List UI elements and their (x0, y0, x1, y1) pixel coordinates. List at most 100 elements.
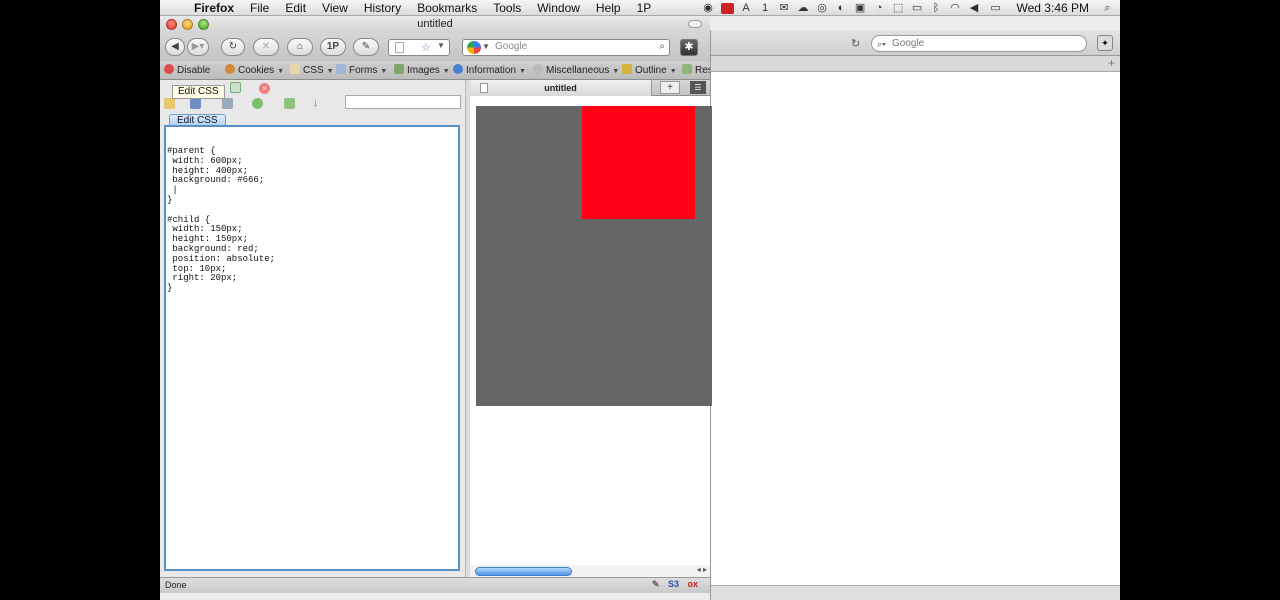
print-icon[interactable] (222, 98, 233, 109)
menu-tools[interactable]: Tools (485, 0, 529, 16)
background-toolbar: ↻ ⌕▾ Google ✦ (711, 30, 1120, 56)
s3-icon[interactable]: S3 (668, 579, 679, 589)
child-div (582, 106, 695, 219)
grid-view-icon[interactable] (230, 82, 241, 93)
horizontal-scrollbar[interactable]: ◂ ▸ (470, 565, 710, 577)
onepassword-button[interactable]: 1P (320, 38, 346, 56)
status-text: Done (165, 580, 187, 590)
reload-button[interactable]: ↻ (221, 38, 245, 56)
menu-window[interactable]: Window (529, 0, 588, 16)
ox-icon[interactable]: ox (687, 579, 698, 589)
new-tab-button[interactable]: + (660, 81, 680, 94)
chevron-down-icon: ▼ (612, 68, 620, 75)
skype-icon[interactable]: ☁ (797, 2, 810, 14)
volume-icon[interactable]: ◀ (968, 2, 981, 14)
gear-icon[interactable]: ✱ (680, 39, 698, 56)
display-icon[interactable]: ▭ (911, 2, 924, 14)
devbar-resize[interactable]: Res (682, 64, 710, 78)
status-icons: ✎ S3 ox (646, 579, 698, 590)
chevron-down-icon: ▼ (669, 68, 677, 75)
tab-list-icon[interactable]: ☰ (690, 81, 706, 94)
menu-edit[interactable]: Edit (277, 0, 314, 16)
menu-app-name[interactable]: Firefox (186, 0, 242, 16)
window-title-bar[interactable]: untitled (160, 16, 710, 33)
reload-icon[interactable]: ↻ (851, 37, 860, 50)
menu-1password[interactable]: 1P (629, 0, 660, 16)
tab-title: untitled (544, 83, 577, 93)
scroll-arrows-icon[interactable]: ◂ ▸ (697, 565, 707, 574)
red-app-icon[interactable] (720, 2, 734, 14)
chevron-down-icon: ▼ (519, 68, 526, 75)
outline-icon (622, 64, 632, 74)
forward-button[interactable]: ▶▾ (187, 38, 209, 56)
new-tab-icon[interactable]: + (1108, 56, 1115, 70)
menu-bar: Firefox File Edit View History Bookmarks… (160, 0, 1120, 16)
adobe-icon[interactable]: A (740, 2, 753, 14)
bookmark-star-icon[interactable]: ☆ (421, 41, 431, 54)
background-tab-bar: + (711, 56, 1120, 72)
time-machine-icon[interactable]: ◔ (873, 2, 886, 14)
close-icon[interactable]: × (259, 83, 270, 94)
page-viewport[interactable] (470, 102, 712, 572)
page-icon (395, 42, 404, 53)
url-bar[interactable]: ☆ ▼ (388, 39, 450, 56)
home-button[interactable]: ⌂ (287, 38, 313, 56)
wifi-icon[interactable]: ◠ (949, 2, 962, 14)
scrollbar-thumb[interactable] (475, 567, 572, 576)
search-bar[interactable]: ▼ Google ⌕ (462, 39, 670, 56)
menu-file[interactable]: File (242, 0, 277, 16)
camera-icon[interactable]: ▣ (854, 2, 867, 14)
extension-icon[interactable]: ◉ (702, 2, 715, 14)
mail-icon[interactable]: ✉ (778, 2, 791, 14)
search-icon: ⌕▾ (877, 39, 886, 49)
open-file-icon[interactable] (164, 98, 175, 109)
addon-tag-button[interactable]: ✎ (353, 38, 379, 56)
css-code-editor[interactable]: #parent { width: 600px; height: 400px; b… (164, 125, 460, 571)
chevron-down-icon: ▼ (277, 68, 285, 75)
sync-icon[interactable]: ◎ (816, 2, 829, 14)
screenshot-icon[interactable]: ⬚ (892, 2, 905, 14)
devbar-cookies[interactable]: Cookies ▼ (225, 64, 284, 78)
tools-icon[interactable]: ✎ (652, 579, 660, 589)
menu-clock[interactable]: Wed 3:46 PM (1017, 1, 1089, 15)
back-button[interactable]: ◀ (165, 38, 185, 56)
devbar-information[interactable]: Information ▼ (453, 64, 526, 78)
devbar-css[interactable]: CSS ▼ (290, 64, 334, 78)
menu-help[interactable]: Help (588, 0, 629, 16)
search-placeholder: Google (495, 41, 528, 52)
save-file-icon[interactable] (190, 98, 201, 109)
bluetooth-icon[interactable]: ᛒ (930, 2, 943, 14)
devbar-disable[interactable]: Disable (164, 64, 210, 78)
chevron-down-icon[interactable]: ▼ (482, 42, 490, 51)
firefox-window: untitled ◀ ▶▾ ↻ ✕ ⌂ 1P ✎ ☆ ▼ ▼ Google ⌕ … (160, 16, 712, 593)
devbar-outline[interactable]: Outline ▼ (622, 64, 677, 78)
devbar-images[interactable]: Images ▼ (394, 64, 450, 78)
window-title: untitled (417, 18, 453, 30)
tab-untitled[interactable]: untitled (470, 80, 652, 96)
download-arrow-icon[interactable]: ↓ (310, 98, 321, 109)
menu-history[interactable]: History (356, 0, 409, 16)
background-browser-window[interactable]: ↻ ⌕▾ Google ✦ + (710, 30, 1120, 600)
google-logo-icon[interactable] (467, 41, 481, 54)
tab-bar: untitled + ☰ (470, 80, 710, 96)
menu-bookmarks[interactable]: Bookmarks (409, 0, 485, 16)
toolbar-toggle-button[interactable] (688, 20, 702, 28)
compass-icon[interactable]: ◐ (835, 2, 848, 14)
web-developer-toolbar: Disable Cookies ▼ CSS ▼ Forms ▼ Images ▼ Inf… (160, 61, 710, 80)
refresh-icon[interactable] (252, 98, 263, 109)
apply-icon[interactable] (284, 98, 295, 109)
desktop-screen: Firefox File Edit View History Bookmarks… (160, 0, 1120, 600)
chevron-down-icon: ▼ (442, 68, 450, 75)
stop-button[interactable]: ✕ (253, 38, 279, 56)
background-search-field[interactable]: ⌕▾ Google (871, 35, 1087, 52)
chevron-down-icon[interactable]: ▼ (437, 41, 445, 50)
menu-view[interactable]: View (314, 0, 356, 16)
battery-icon[interactable]: ▭ (987, 2, 1005, 14)
devbar-miscellaneous[interactable]: Miscellaneous ▼ (533, 64, 619, 78)
spotlight-search-icon[interactable]: ⌕ (1101, 2, 1114, 14)
devbar-forms[interactable]: Forms ▼ (336, 64, 387, 78)
resize-icon (682, 64, 692, 74)
editor-filter-input[interactable] (345, 95, 461, 109)
search-icon[interactable]: ⌕ (659, 41, 665, 52)
bookmark-button[interactable]: ✦ (1097, 35, 1113, 51)
